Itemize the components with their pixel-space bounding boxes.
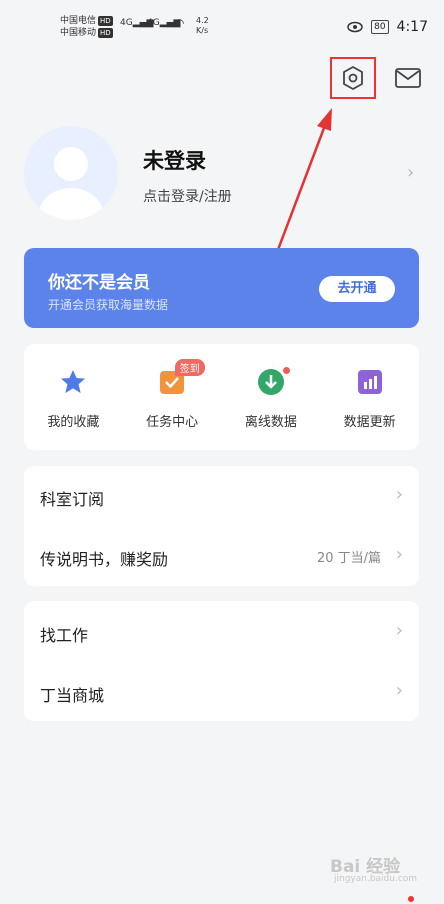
message-button[interactable] xyxy=(394,66,422,90)
chevron-right-icon: › xyxy=(395,544,403,565)
reward-value: 20 丁当/篇 xyxy=(316,551,381,566)
menu-item-label: 丁当商城 xyxy=(40,686,105,705)
login-link[interactable]: 点击登录/注册 xyxy=(143,186,232,206)
menu-item-upload-manual[interactable]: 传说明书，赚奖励 20 丁当/篇 › xyxy=(40,544,403,569)
menu-item-label: 找工作 xyxy=(40,626,89,645)
battery-icon: 80 xyxy=(371,20,389,34)
menu-card-1: 科室订阅 › 传说明书，赚奖励 20 丁当/篇 › xyxy=(24,466,419,586)
favorites-label: 我的收藏 xyxy=(47,415,100,430)
chevron-right-icon[interactable]: › xyxy=(407,162,414,183)
chevron-right-icon: › xyxy=(395,620,403,641)
task-center-item[interactable]: 签到 任务中心 xyxy=(123,344,222,450)
carrier-2: 中国移动 xyxy=(60,28,97,38)
eye-icon xyxy=(347,21,363,33)
avatar[interactable] xyxy=(24,126,118,220)
mail-icon xyxy=(395,68,421,88)
username: 未登录 xyxy=(143,149,206,173)
menu-item-dingdang-mall[interactable]: 丁当商城 › xyxy=(40,680,403,705)
menu-item-department-subscription[interactable]: 科室订阅 › xyxy=(40,484,403,509)
quick-actions: 我的收藏 签到 任务中心 离线数据 数据更新 xyxy=(24,344,419,450)
wifi-icon: ◠ xyxy=(174,16,185,30)
carrier-info: 中国电信 HD 中国移动 HD xyxy=(60,15,113,39)
notification-dot xyxy=(282,367,290,374)
settings-button[interactable] xyxy=(330,57,376,99)
clock: 4:17 xyxy=(396,19,428,35)
star-icon xyxy=(61,370,86,393)
right-status: 80 4:17 xyxy=(347,19,428,35)
menu-card-2: 找工作 › 丁当商城 › xyxy=(24,601,419,721)
watermark-url: jingyan.baidu.com xyxy=(334,874,418,884)
indicator-dot xyxy=(408,896,414,902)
task-center-label: 任务中心 xyxy=(146,415,199,430)
sign-in-badge: 签到 xyxy=(174,359,205,376)
activate-membership-button[interactable]: 去开通 xyxy=(319,276,395,302)
favorites-item[interactable]: 我的收藏 xyxy=(24,344,123,450)
status-bar: 中国电信 HD 中国移动 HD 4G▂▄▆ 4G▂▄▆ ◠ 4.2 K/s 80 4… xyxy=(0,0,444,48)
hd-badge: HD xyxy=(98,16,113,26)
carrier-1: 中国电信 xyxy=(60,16,97,26)
data-update-item[interactable]: 数据更新 xyxy=(320,344,419,450)
network-speed: 4.2 K/s xyxy=(196,16,209,35)
gear-icon xyxy=(343,66,363,90)
member-subtitle: 开通会员获取海量数据 xyxy=(48,298,169,312)
offline-data-item[interactable]: 离线数据 xyxy=(222,344,321,450)
chevron-right-icon: › xyxy=(395,680,403,701)
offline-data-label: 离线数据 xyxy=(244,415,297,430)
chevron-right-icon: › xyxy=(395,484,403,505)
chart-icon xyxy=(357,370,382,394)
download-icon xyxy=(257,369,284,395)
menu-item-label: 科室订阅 xyxy=(40,490,105,509)
user-icon xyxy=(39,147,103,220)
member-title: 你还不是会员 xyxy=(48,273,150,293)
member-banner[interactable]: 你还不是会员 开通会员获取海量数据 去开通 xyxy=(24,248,419,328)
menu-item-find-job[interactable]: 找工作 › xyxy=(40,620,403,645)
data-update-label: 数据更新 xyxy=(343,415,396,430)
menu-item-label: 传说明书，赚奖励 xyxy=(40,550,169,569)
hd-badge: HD xyxy=(98,28,113,38)
